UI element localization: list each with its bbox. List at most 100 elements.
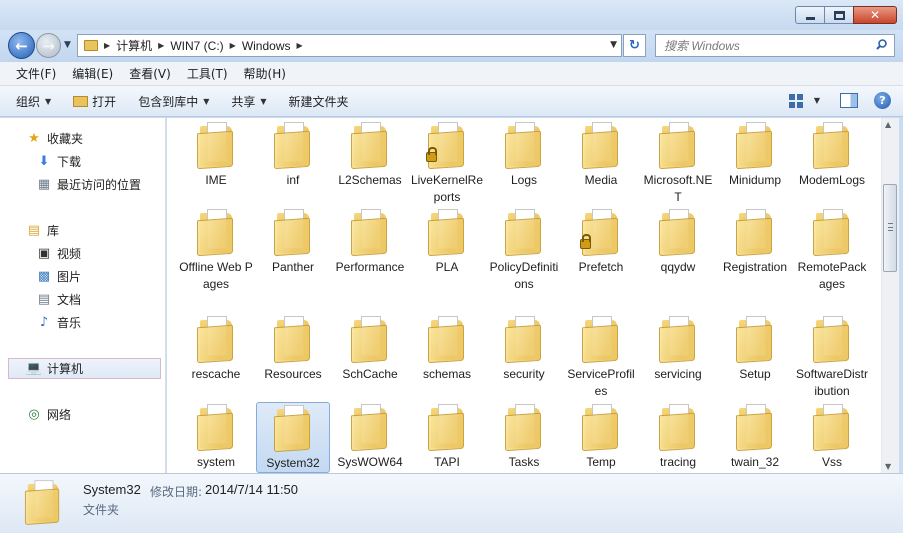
search-box[interactable]: [655, 34, 895, 57]
scroll-up-icon[interactable]: ▲: [885, 120, 891, 129]
folder-item[interactable]: Media: [564, 120, 638, 189]
folder-name: Tasks: [508, 455, 540, 469]
forward-button[interactable]: →: [36, 33, 61, 58]
folder-item[interactable]: servicing: [641, 314, 715, 383]
help-label: ?: [879, 94, 886, 107]
sidebar-item-favorites[interactable]: ★ 收藏夹: [26, 128, 83, 148]
close-button[interactable]: ✕: [853, 6, 897, 24]
include-in-library-button[interactable]: 包含到库中 ▼: [138, 93, 209, 110]
folder-item[interactable]: PLA: [410, 207, 484, 276]
folder-item[interactable]: ModemLogs: [795, 120, 869, 189]
folder-item[interactable]: security: [487, 314, 561, 383]
folder-item[interactable]: Tasks: [487, 402, 561, 471]
folder-item[interactable]: qqydw: [641, 207, 715, 276]
sidebar-item-documents[interactable]: ▤ 文档: [36, 289, 81, 309]
sidebar-item-downloads[interactable]: ⬇ 下载: [36, 151, 81, 171]
folder-icon: [659, 120, 697, 170]
folder-item[interactable]: SoftwareDistribution: [795, 314, 869, 400]
new-folder-button[interactable]: 新建文件夹: [289, 93, 349, 110]
breadcrumb-separator-icon[interactable]: ▶: [297, 41, 303, 50]
folder-item[interactable]: PolicyDefinitions: [487, 207, 561, 293]
sidebar-item-computer[interactable]: 💻 计算机: [26, 358, 83, 378]
menu-edit[interactable]: 编辑(E): [64, 65, 121, 82]
folder-item[interactable]: Panther: [256, 207, 330, 276]
breadcrumb-drive[interactable]: WIN7 (C:): [170, 39, 223, 53]
folder-icon: [659, 207, 697, 257]
folder-item[interactable]: tracing: [641, 402, 715, 471]
menu-tools[interactable]: 工具(T): [179, 65, 236, 82]
address-history-dropdown[interactable]: ▼: [610, 40, 617, 50]
folder-item[interactable]: Resources: [256, 314, 330, 383]
video-icon: ▣: [37, 245, 51, 261]
search-icon[interactable]: [876, 39, 887, 50]
vertical-scrollbar[interactable]: ▲ ▼: [881, 118, 899, 473]
breadcrumb-separator-icon[interactable]: ▶: [230, 41, 236, 50]
breadcrumb-separator-icon[interactable]: ▶: [104, 41, 110, 50]
sidebar-item-videos[interactable]: ▣ 视频: [36, 243, 81, 263]
folder-item[interactable]: Vss: [795, 402, 869, 471]
sidebar-item-recent[interactable]: ▦ 最近访问的位置: [36, 174, 141, 194]
folder-item[interactable]: Setup: [718, 314, 792, 383]
folder-item[interactable]: SysWOW64: [333, 402, 407, 471]
share-button[interactable]: 共享 ▼: [231, 93, 266, 110]
folder-item[interactable]: L2Schemas: [333, 120, 407, 189]
folder-icon: [84, 40, 98, 51]
breadcrumb-computer[interactable]: 计算机: [116, 37, 152, 54]
folder-item[interactable]: System32: [256, 402, 330, 473]
view-options-dropdown[interactable]: ▼: [814, 96, 820, 105]
folder-item[interactable]: Prefetch: [564, 207, 638, 276]
minimize-button[interactable]: [795, 6, 825, 24]
folder-item[interactable]: system: [179, 402, 253, 471]
folder-icon: [813, 207, 851, 257]
folder-item[interactable]: Logs: [487, 120, 561, 189]
preview-pane-icon[interactable]: [840, 93, 858, 108]
network-icon: ◎: [28, 406, 40, 422]
menu-help[interactable]: 帮助(H): [236, 65, 294, 82]
search-input[interactable]: [656, 35, 866, 56]
folder-name: ServiceProfiles: [567, 367, 635, 398]
folder-item[interactable]: RemotePackages: [795, 207, 869, 293]
back-button[interactable]: ←: [8, 32, 35, 59]
change-view-icon[interactable]: [788, 93, 803, 108]
help-icon[interactable]: ?: [874, 92, 891, 109]
folder-item[interactable]: ServiceProfiles: [564, 314, 638, 400]
folder-icon: [197, 314, 235, 364]
folder-item[interactable]: Minidump: [718, 120, 792, 189]
folder-item[interactable]: Temp: [564, 402, 638, 471]
folder-item[interactable]: SchCache: [333, 314, 407, 383]
sidebar-item-label: 最近访问的位置: [57, 177, 142, 192]
refresh-button[interactable]: ↻: [623, 34, 646, 57]
organize-button[interactable]: 组织 ▼: [16, 93, 51, 110]
breadcrumb-separator-icon[interactable]: ▶: [158, 41, 164, 50]
folder-item[interactable]: rescache: [179, 314, 253, 383]
recent-pages-dropdown[interactable]: ▼: [64, 40, 71, 50]
folder-item[interactable]: Offline Web Pages: [179, 207, 253, 293]
sidebar-item-network[interactable]: ◎ 网络: [26, 404, 71, 424]
menu-view[interactable]: 查看(V): [121, 65, 179, 82]
folder-item[interactable]: Microsoft.NET: [641, 120, 715, 206]
folder-item[interactable]: inf: [256, 120, 330, 189]
folder-item[interactable]: LiveKernelReports: [410, 120, 484, 206]
scroll-down-icon[interactable]: ▼: [885, 462, 891, 471]
sidebar-item-music[interactable]: ♪ 音乐: [36, 312, 81, 332]
folder-item[interactable]: IME: [179, 120, 253, 189]
folder-icon: [426, 120, 466, 170]
menu-file[interactable]: 文件(F): [8, 65, 64, 82]
folder-item[interactable]: Performance: [333, 207, 407, 276]
folder-name: System32: [266, 456, 320, 470]
folder-item[interactable]: twain_32: [718, 402, 792, 471]
breadcrumb-windows[interactable]: Windows: [242, 39, 291, 53]
folder-item[interactable]: TAPI: [410, 402, 484, 471]
sidebar-item-pictures[interactable]: ▩ 图片: [36, 266, 81, 286]
scrollbar-thumb[interactable]: [883, 184, 897, 272]
maximize-button[interactable]: [824, 6, 854, 24]
folder-view[interactable]: IME inf L2Schemas LiveKernelReports Logs Medi…: [167, 118, 881, 473]
lock-icon: [426, 147, 437, 162]
address-bar[interactable]: ▶ 计算机 ▶ WIN7 (C:) ▶ Windows ▶ ▼: [77, 34, 622, 57]
sidebar-item-libraries[interactable]: ▤ 库: [26, 220, 59, 240]
folder-name: PolicyDefinitions: [489, 260, 559, 291]
folder-item[interactable]: Registration: [718, 207, 792, 276]
folder-item[interactable]: schemas: [410, 314, 484, 383]
open-button[interactable]: 打开: [73, 93, 116, 110]
selected-folder-icon: [24, 478, 61, 526]
